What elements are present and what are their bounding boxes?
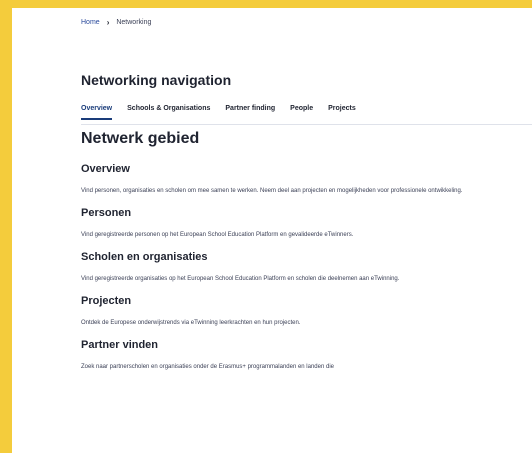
section-title: Personen [81,207,132,219]
page: Home › Networking Networking navigation … [12,8,532,453]
section-scholen-organisaties: Scholen en organisaties Vind geregistree… [81,250,491,284]
tab-projects[interactable]: Projects [328,102,356,120]
section-text: Zoek naar partnerscholen en organisaties… [81,364,334,370]
section-text: Vind geregistreerde personen op het Euro… [81,232,354,238]
tab-bar: Overview Schools & Organisations Partner… [81,102,532,125]
tab-schools-organisations[interactable]: Schools & Organisations [127,102,210,120]
tab-overview[interactable]: Overview [81,102,113,120]
yellow-frame: Home › Networking Networking navigation … [0,0,532,453]
section-projecten: Projecten Ontdek de Europese onderwijstr… [81,294,491,328]
section-title: Partner vinden [81,339,159,351]
section-text: Vind geregistreerde organisaties op het … [81,276,400,282]
section-partner-vinden: Partner vinden Zoek naar partnerscholen … [81,338,491,372]
main-content: Netwerk gebied Overview Vind personen, o… [81,130,491,382]
section-text: Ontdek de Europese onderwijstrends via e… [81,320,301,326]
nav-title: Networking navigation [81,72,232,88]
tab-people[interactable]: People [290,102,313,120]
breadcrumb: Home › Networking [81,18,151,27]
section-overview: Overview Vind personen, organisaties en … [81,162,491,196]
chevron-right-icon: › [106,18,110,27]
breadcrumb-home-link[interactable]: Home [81,19,100,26]
section-title: Overview [81,163,130,175]
section-text: Vind personen, organisaties en scholen o… [81,188,463,194]
breadcrumb-current: Networking [116,19,152,26]
section-title: Scholen en organisaties [81,251,208,263]
section-personen: Personen Vind geregistreerde personen op… [81,206,491,240]
page-title: Netwerk gebied [81,130,200,147]
section-title: Projecten [81,295,132,307]
tab-partner-finding[interactable]: Partner finding [225,102,275,120]
